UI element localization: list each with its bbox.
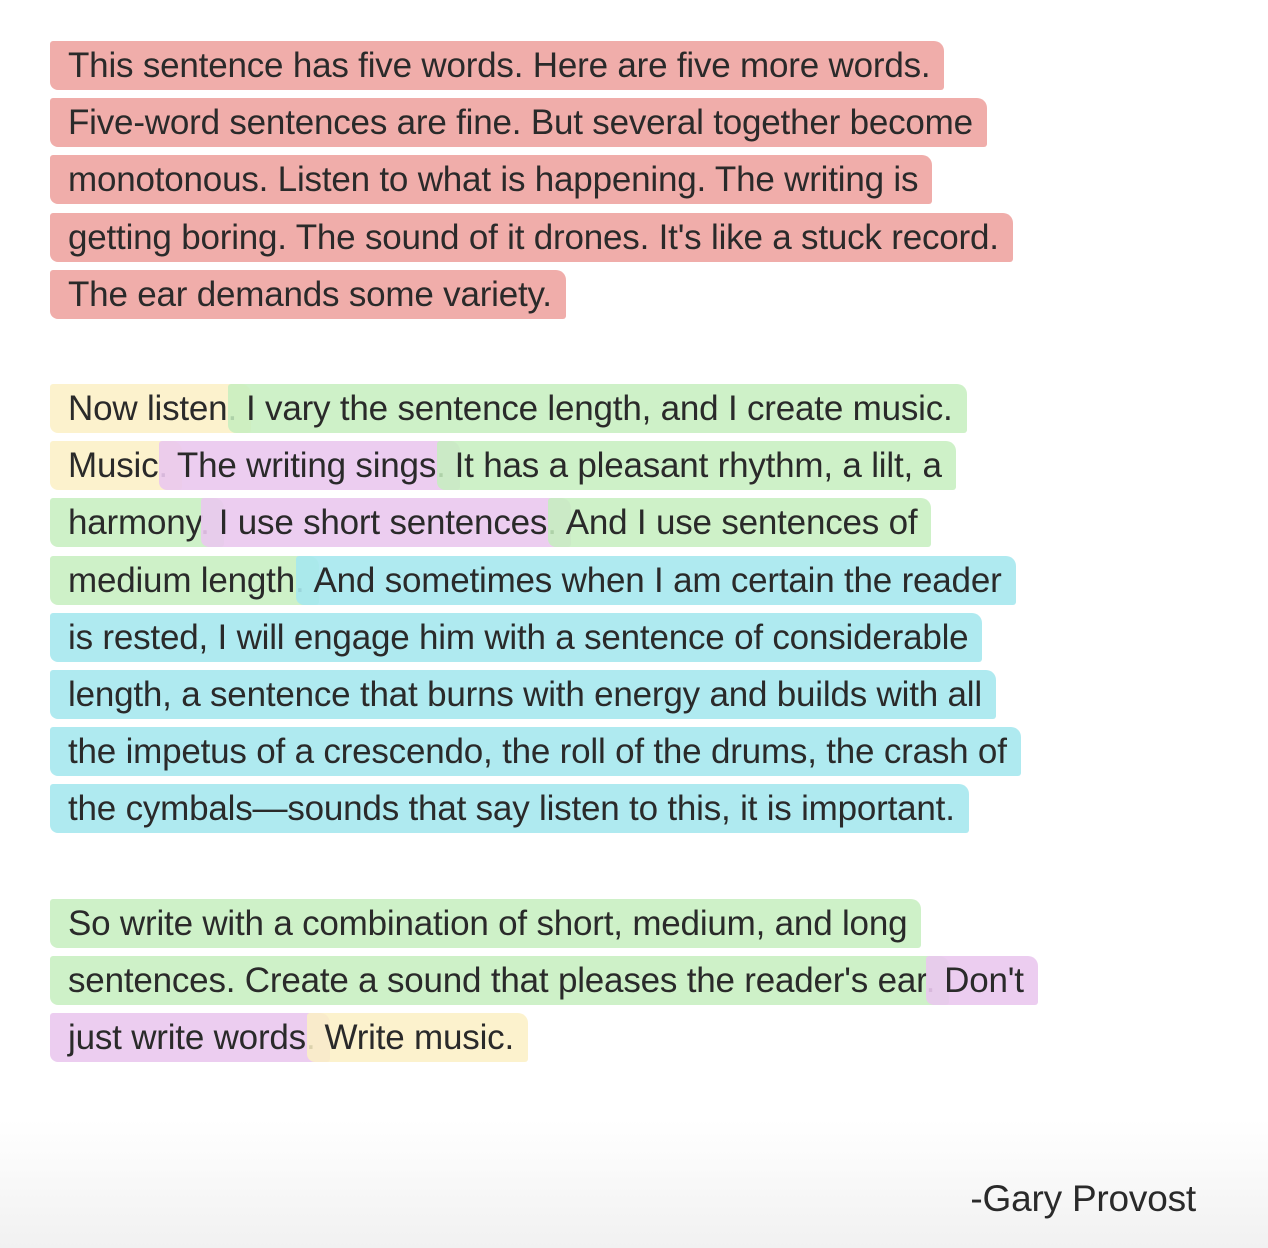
paragraph-line: So write with a combination of short, me… <box>50 895 1218 952</box>
highlight-cyan: the impetus of a crescendo, the roll of … <box>50 727 1021 777</box>
paragraph-line: getting boring. The sound of it drones. … <box>50 209 1218 266</box>
highlight-purple: Don't <box>926 956 1038 1006</box>
attribution: -Gary Provost <box>970 1178 1196 1219</box>
highlight-purple: I use short sentences. <box>200 498 571 548</box>
paragraph-line: Now listen. I vary the sentence length, a… <box>50 380 1218 437</box>
paragraph-line: This sentence has five words. Here are f… <box>50 37 1218 94</box>
highlight-green: sentences. Create a sound that pleases t… <box>50 956 950 1006</box>
highlight-red: The ear demands some variety. <box>50 269 566 319</box>
highlight-yellow: Now listen. <box>50 384 251 433</box>
page: This sentence has five words. Here are f… <box>0 0 1268 1248</box>
highlight-green: harmony. <box>50 498 224 548</box>
highlight-cyan: And sometimes when I am certain the read… <box>295 555 1016 605</box>
paragraph-line: medium length. And sometimes when I am ce… <box>50 552 1218 609</box>
highlight-cyan: length, a sentence that burns with energ… <box>50 669 996 719</box>
highlight-purple: just write words. <box>50 1013 330 1063</box>
highlight-red: getting boring. The sound of it drones. … <box>50 212 1013 262</box>
paragraph-five-word-sentences: This sentence has five words. Here are f… <box>50 37 1218 323</box>
highlight-purple: The writing sings. <box>158 441 460 491</box>
paragraph-line: is rested, I will engage him with a sent… <box>50 609 1218 666</box>
highlight-cyan: is rested, I will engage him with a sent… <box>50 612 983 662</box>
highlight-green: So write with a combination of short, me… <box>50 899 922 948</box>
paragraph-line: the cymbals—sounds that say listen to th… <box>50 780 1218 837</box>
paragraph-line: Music. The writing sings. It has a pleasan… <box>50 437 1218 494</box>
highlight-green: I vary the sentence length, and I create… <box>227 384 967 433</box>
paragraph-line: harmony. I use short sentences. And I use … <box>50 494 1218 551</box>
paragraph-line: The ear demands some variety. <box>50 266 1218 323</box>
highlight-cyan: the cymbals—sounds that say listen to th… <box>50 784 969 834</box>
paragraph-line: sentences. Create a sound that pleases t… <box>50 952 1218 1009</box>
paragraph-line: the impetus of a crescendo, the roll of … <box>50 723 1218 780</box>
paragraph-line: Five-word sentences are fine. But severa… <box>50 94 1218 151</box>
highlight-red: This sentence has five words. Here are f… <box>50 41 945 90</box>
paragraph-line: length, a sentence that burns with energ… <box>50 666 1218 723</box>
paragraph-conclusion: So write with a combination of short, me… <box>50 895 1218 1067</box>
highlight-red: monotonous. Listen to what is happening.… <box>50 155 933 205</box>
highlight-green: medium length. <box>50 555 319 605</box>
highlight-green: And I use sentences of <box>547 498 932 548</box>
paragraph-line: just write words. Write music. <box>50 1009 1218 1066</box>
highlight-yellow: Write music. <box>306 1013 528 1063</box>
highlight-green: It has a pleasant rhythm, a lilt, a <box>436 441 956 491</box>
paragraph-varied-sentences: Now listen. I vary the sentence length, a… <box>50 380 1218 838</box>
paragraph-line: monotonous. Listen to what is happening.… <box>50 151 1218 208</box>
highlight-red: Five-word sentences are fine. But severa… <box>50 98 987 148</box>
